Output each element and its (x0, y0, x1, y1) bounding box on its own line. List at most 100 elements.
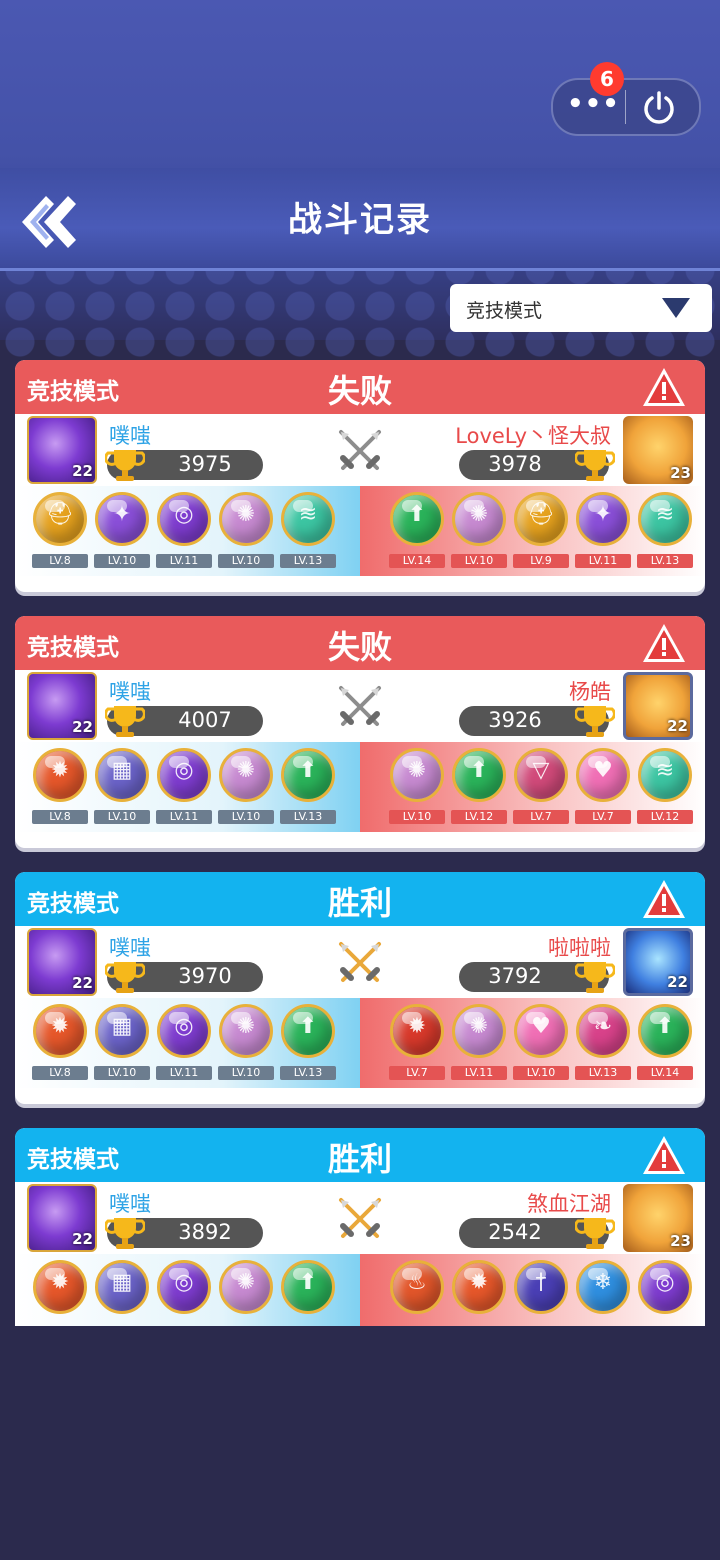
opponent-pet-2[interactable]: ✹ (450, 1258, 508, 1316)
opponent-avatar[interactable]: 22 (623, 672, 693, 740)
opponent-pet-5[interactable]: ≋ (636, 490, 694, 548)
pets-row: ✹ LV.8 ▦ LV.10 ◎ LV.11 ✺ LV.10 ⬆ LV.13 ✹… (15, 998, 705, 1088)
my-avatar[interactable]: 22 (27, 928, 97, 996)
my-pet-3[interactable]: ◎ (155, 490, 213, 548)
my-pet-level: LV.13 (280, 810, 336, 824)
my-pet-4[interactable]: ✺ (217, 490, 275, 548)
my-pet-2[interactable]: ▦ (93, 746, 151, 804)
my-pet-1[interactable]: ✹ (31, 1258, 89, 1316)
my-pet-4[interactable]: ✺ (217, 746, 275, 804)
report-warning-icon[interactable] (641, 878, 687, 920)
opponent-pet-level: LV.14 (637, 1066, 693, 1080)
opponent-trophy-count: 3978 (488, 452, 542, 476)
my-pet-level: LV.13 (280, 554, 336, 568)
opponent-trophy-count: 3792 (488, 964, 542, 988)
report-warning-icon[interactable] (641, 622, 687, 664)
opponent-pet-1[interactable]: ⬆ (388, 490, 446, 548)
pet-symbol-icon: ✹ (469, 1270, 489, 1295)
opponent-avatar[interactable]: 23 (623, 416, 693, 484)
battle-record-card[interactable]: 竞技模式 失败 22 噗嗤 3975 LoveLy丶怪大叔 3978 23 ⛑ … (15, 360, 705, 592)
pet-symbol-icon: ▽ (532, 758, 550, 783)
my-pet-1[interactable]: ⛑ (31, 490, 89, 548)
opponent-pet-3[interactable]: † (512, 1258, 570, 1316)
pet-symbol-icon: ⬆ (298, 758, 318, 783)
report-warning-icon[interactable] (641, 1134, 687, 1176)
my-pet-3[interactable]: ◎ (155, 1258, 213, 1316)
my-trophy-bar: 3970 (105, 962, 263, 993)
report-warning-icon[interactable] (641, 366, 687, 408)
my-avatar[interactable]: 22 (27, 1184, 97, 1252)
opponent-pet-4[interactable]: ✦ (574, 490, 632, 548)
my-pet-3[interactable]: ◎ (155, 1002, 213, 1060)
battle-record-card[interactable]: 竞技模式 胜利 22 噗嗤 3892 煞血江湖 2542 23 ✹ ▦ ◎ ✺ … (15, 1128, 705, 1338)
opponent-pet-1[interactable]: ✹ (388, 1002, 446, 1060)
power-icon[interactable] (639, 88, 679, 128)
my-trophy-count: 3975 (178, 452, 232, 476)
opponent-pets: ✺ LV.10 ⬆ LV.12 ▽ LV.7 ♥ LV.7 ≋ LV.12 (360, 742, 705, 832)
opponent-pet-4[interactable]: ♥ (574, 746, 632, 804)
players-row: 22 噗嗤 4007 杨皓 3926 22 (15, 670, 705, 742)
trophy-icon (105, 450, 145, 481)
trophy-icon (575, 1218, 615, 1249)
opponent-pet-level: LV.10 (513, 1066, 569, 1080)
opponent-pet-5[interactable]: ⬆ (636, 1002, 694, 1060)
mode-filter-dropdown[interactable]: 竞技模式 (450, 284, 712, 332)
my-pet-level: LV.10 (218, 810, 274, 824)
my-trophy-count: 3892 (178, 1220, 232, 1244)
my-avatar[interactable]: 22 (27, 672, 97, 740)
match-result: 失败 (327, 372, 392, 410)
my-pet-5[interactable]: ⬆ (279, 746, 337, 804)
pet-symbol-icon: ⛑ (46, 502, 74, 527)
my-avatar[interactable]: 22 (27, 416, 97, 484)
my-pet-2[interactable]: ▦ (93, 1258, 151, 1316)
my-pet-2[interactable]: ✦ (93, 490, 151, 548)
opponent-avatar[interactable]: 23 (623, 1184, 693, 1252)
pet-symbol-icon: ⬆ (407, 502, 427, 527)
opponent-pet-1[interactable]: ♨ (388, 1258, 446, 1316)
opponent-pet-2[interactable]: ⬆ (450, 746, 508, 804)
my-pet-level: LV.8 (32, 1066, 88, 1080)
my-trophy-count: 3970 (178, 964, 232, 988)
opponent-pet-2[interactable]: ✺ (450, 490, 508, 548)
opponent-pet-3[interactable]: ⛑ (512, 490, 570, 548)
pet-symbol-icon: ⬆ (655, 1014, 675, 1039)
trophy-icon (575, 706, 615, 737)
my-pet-level: LV.10 (94, 1066, 150, 1080)
more-options-icon[interactable]: ••• (567, 91, 619, 120)
pet-symbol-icon: ❄ (593, 1270, 613, 1295)
opponent-pet-level: LV.7 (575, 810, 631, 824)
opponent-pet-3[interactable]: ▽ (512, 746, 570, 804)
my-pet-5[interactable]: ⬆ (279, 1258, 337, 1316)
opponent-level: 23 (670, 1232, 691, 1250)
my-pet-1[interactable]: ✹ (31, 746, 89, 804)
my-pet-level: LV.10 (94, 810, 150, 824)
battle-record-card[interactable]: 竞技模式 胜利 22 噗嗤 3970 啦啦啦 3792 22 ✹ LV.8 ▦ … (15, 872, 705, 1104)
battle-record-card[interactable]: 竞技模式 失败 22 噗嗤 4007 杨皓 3926 22 ✹ LV.8 ▦ L… (15, 616, 705, 848)
card-header: 竞技模式 失败 (15, 616, 705, 670)
pet-symbol-icon: ≋ (298, 502, 318, 527)
my-pet-1[interactable]: ✹ (31, 1002, 89, 1060)
my-pet-5[interactable]: ⬆ (279, 1002, 337, 1060)
pet-symbol-icon: ▦ (111, 1014, 133, 1039)
opponent-avatar[interactable]: 22 (623, 928, 693, 996)
opponent-pets: ⬆ LV.14 ✺ LV.10 ⛑ LV.9 ✦ LV.11 ≋ LV.13 (360, 486, 705, 576)
my-pet-5[interactable]: ≋ (279, 490, 337, 548)
pet-symbol-icon: † (535, 1270, 547, 1295)
opponent-pet-level: LV.7 (389, 1066, 445, 1080)
opponent-pet-level: LV.12 (451, 810, 507, 824)
my-pet-level: LV.11 (156, 810, 212, 824)
match-result: 胜利 (327, 884, 392, 922)
my-pet-4[interactable]: ✺ (217, 1258, 275, 1316)
opponent-pet-4[interactable]: ❄ (574, 1258, 632, 1316)
opponent-pet-5[interactable]: ◎ (636, 1258, 694, 1316)
opponent-pet-level: LV.11 (451, 1066, 507, 1080)
my-pet-4[interactable]: ✺ (217, 1002, 275, 1060)
my-pet-2[interactable]: ▦ (93, 1002, 151, 1060)
opponent-pet-2[interactable]: ✺ (450, 1002, 508, 1060)
opponent-pet-level: LV.11 (575, 554, 631, 568)
opponent-pet-4[interactable]: ❧ (574, 1002, 632, 1060)
opponent-pet-5[interactable]: ≋ (636, 746, 694, 804)
opponent-pet-3[interactable]: ♥ (512, 1002, 570, 1060)
my-pet-3[interactable]: ◎ (155, 746, 213, 804)
opponent-pet-1[interactable]: ✺ (388, 746, 446, 804)
